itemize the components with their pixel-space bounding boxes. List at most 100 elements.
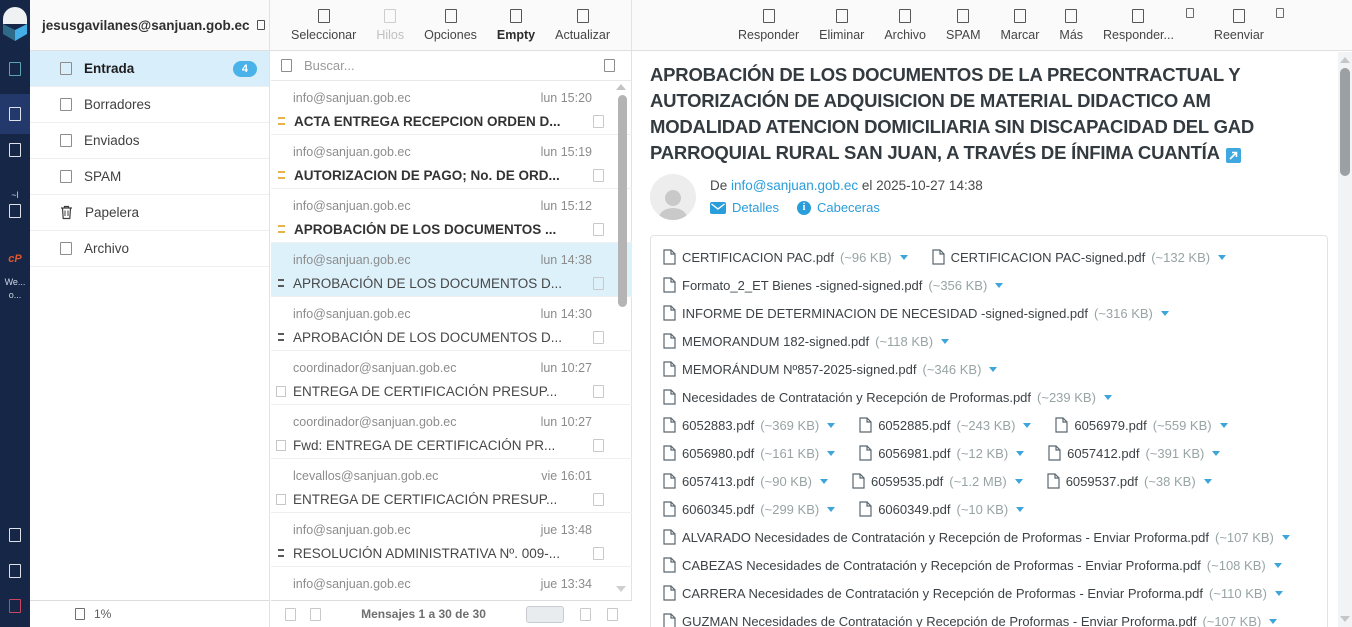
attachment-item[interactable]: CERTIFICACION PAC-signed.pdf(~132 KB) [932,249,1226,265]
attachment-menu-icon[interactable] [1104,395,1112,400]
refresh-button[interactable]: Actualizar [555,9,610,42]
attachment-menu-icon[interactable] [827,423,835,428]
attachment-item[interactable]: CABEZAS Necesidades de Contratación y Re… [663,557,1282,573]
attachment-item[interactable]: 6057412.pdf(~391 KB) [1048,445,1220,461]
flag-icon[interactable] [593,223,604,236]
flag-icon[interactable] [593,331,604,344]
search-input[interactable] [304,58,592,73]
message-row[interactable]: info@sanjuan.gob.ecjue 13:48 RESOLUCIÓN … [271,513,632,567]
last-page-icon[interactable] [607,608,618,621]
message-row[interactable]: info@sanjuan.gob.eclun 15:20 ACTA ENTREG… [271,81,632,135]
attachment-menu-icon[interactable] [1016,451,1024,456]
open-in-new-window-icon[interactable] [1226,148,1241,163]
search-icon[interactable] [281,59,292,72]
attachment-menu-icon[interactable] [941,339,949,344]
empty-button[interactable]: Empty [497,9,535,42]
attachment-menu-icon[interactable] [1161,311,1169,316]
attachment-menu-icon[interactable] [1275,591,1283,596]
headers-button[interactable]: i Cabeceras [797,200,880,215]
attachment-item[interactable]: 6056979.pdf(~559 KB) [1055,417,1227,433]
message-row[interactable]: coordinador@sanjuan.gob.eclun 10:27 Fwd:… [271,405,632,459]
prev-page-icon[interactable] [310,608,321,621]
list-scroll-down-icon[interactable] [616,586,626,592]
list-scrollbar-thumb[interactable] [618,95,627,307]
folder-archive[interactable]: Archivo [30,231,269,267]
attachment-item[interactable]: 6052885.pdf(~243 KB) [859,417,1031,433]
delete-button[interactable]: Eliminar [819,9,864,42]
rail-item-4[interactable] [0,204,30,218]
rail-item-2[interactable] [0,107,30,121]
reader-scroll-down-icon[interactable] [1340,616,1350,622]
flag-icon[interactable] [593,169,604,182]
reply-all-dropdown-icon[interactable] [1186,8,1194,18]
attachment-item[interactable]: Formato_2_ET Bienes -signed-signed.pdf(~… [663,277,1003,293]
options-button[interactable]: Opciones [424,9,477,42]
flag-icon[interactable] [593,547,604,560]
list-scroll-up-icon[interactable] [616,84,626,90]
rail-item-6[interactable] [0,564,30,578]
next-page-icon[interactable] [580,608,591,621]
message-row[interactable]: lcevallos@sanjuan.gob.ecvie 16:01 ENTREG… [271,459,632,513]
rail-item-1[interactable] [0,62,30,76]
attachment-item[interactable]: 6060349.pdf(~10 KB) [859,501,1024,517]
attachment-item[interactable]: 6059535.pdf(~1.2 MB) [852,473,1023,489]
attachment-item[interactable]: CERTIFICACION PAC.pdf(~96 KB) [663,249,908,265]
attachment-menu-icon[interactable] [1218,255,1226,260]
folder-drafts[interactable]: Borradores [30,87,269,123]
attachment-menu-icon[interactable] [1220,423,1228,428]
attachment-menu-icon[interactable] [1015,479,1023,484]
attachment-menu-icon[interactable] [1269,619,1277,624]
select-button[interactable]: Seleccionar [291,9,356,42]
attachment-item[interactable]: 6056981.pdf(~12 KB) [859,445,1024,461]
attachment-menu-icon[interactable] [1204,479,1212,484]
threads-button[interactable]: Hilos [376,9,404,42]
reply-all-button[interactable]: Responder... [1103,9,1174,42]
mark-button[interactable]: Marcar [1001,9,1040,42]
spam-button[interactable]: SPAM [946,9,981,42]
attachment-item[interactable]: 6060345.pdf(~299 KB) [663,501,835,517]
attachment-item[interactable]: Necesidades de Contratación y Recepción … [663,389,1112,405]
details-button[interactable]: Detalles [710,200,779,215]
flag-icon[interactable] [593,439,604,452]
sender-email-link[interactable]: info@sanjuan.gob.ec [731,178,858,193]
forward-button[interactable]: Reenviar [1214,9,1264,42]
attachment-menu-icon[interactable] [1016,507,1024,512]
attachment-item[interactable]: INFORME DE DETERMINACION DE NECESIDAD -s… [663,305,1169,321]
message-row[interactable]: info@sanjuan.gob.eclun 15:12 APROBACIÓN … [271,189,632,243]
flag-icon[interactable] [593,115,604,128]
attachment-item[interactable]: CARRERA Necesidades de Contratación y Re… [663,585,1283,601]
forward-dropdown-icon[interactable] [1276,8,1284,18]
message-row[interactable]: info@sanjuan.gob.ecjue 13:34 [271,567,632,600]
attachment-menu-icon[interactable] [995,283,1003,288]
rail-item-3[interactable] [0,143,30,157]
search-options-icon[interactable] [604,59,615,72]
attachment-menu-icon[interactable] [1274,563,1282,568]
attachment-item[interactable]: 6052883.pdf(~369 KB) [663,417,835,433]
attachment-item[interactable]: MEMORANDUM 182-signed.pdf(~118 KB) [663,333,949,349]
reader-scroll-up-icon[interactable] [1340,57,1350,63]
rail-item-logout[interactable] [0,599,30,613]
folder-trash[interactable]: Papelera [30,195,269,231]
folder-sent[interactable]: Enviados [30,123,269,159]
message-row[interactable]: info@sanjuan.gob.eclun 15:19 AUTORIZACIO… [271,135,632,189]
flag-icon[interactable] [593,277,604,290]
archive-button[interactable]: Archivo [884,9,926,42]
attachment-menu-icon[interactable] [989,367,997,372]
attachment-menu-icon[interactable] [1023,423,1031,428]
message-row-selected[interactable]: info@sanjuan.gob.eclun 14:38 APROBACIÓN … [271,243,632,297]
attachment-menu-icon[interactable] [1212,451,1220,456]
cpanel-logo[interactable]: cP [0,253,30,265]
attachment-item[interactable]: ALVARADO Necesidades de Contratación y R… [663,529,1290,545]
flag-icon[interactable] [593,493,604,506]
attachment-item[interactable]: MEMORÁNDUM Nº857-2025-signed.pdf(~346 KB… [663,361,997,377]
rail-item-5[interactable] [0,528,30,542]
attachment-menu-icon[interactable] [1282,535,1290,540]
message-row[interactable]: coordinador@sanjuan.gob.eclun 10:27 ENTR… [271,351,632,405]
folder-spam[interactable]: SPAM [30,159,269,195]
account-options-icon[interactable] [257,20,265,30]
attachment-item[interactable]: GUZMAN Necesidades de Contratación y Rec… [663,613,1277,627]
attachment-item[interactable]: 6059537.pdf(~38 KB) [1047,473,1212,489]
first-page-icon[interactable] [285,608,296,621]
more-button[interactable]: Más [1059,9,1083,42]
reply-button[interactable]: Responder [738,9,799,42]
